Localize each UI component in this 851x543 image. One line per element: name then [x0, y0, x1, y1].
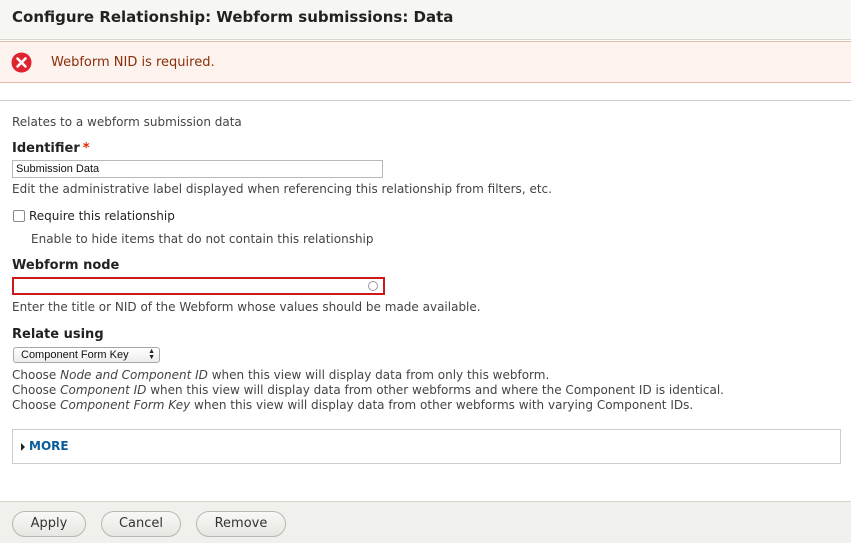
select-up-down-arrows-icon: ▲ ▼ — [148, 348, 155, 361]
help-line-component-id: Choose Component ID when this view will … — [12, 383, 724, 397]
require-relationship-checkbox[interactable] — [13, 210, 25, 222]
dialog-button-bar: Apply Cancel Remove — [0, 501, 851, 543]
required-marker: * — [82, 141, 90, 156]
autocomplete-throbber-icon — [368, 281, 378, 291]
webform-node-description: Enter the title or NID of the Webform wh… — [12, 300, 481, 314]
identifier-description: Edit the administrative label displayed … — [12, 182, 552, 196]
help-line-component-form-key: Choose Component Form Key when this view… — [12, 398, 694, 412]
more-fieldset: MORE — [12, 429, 841, 464]
error-message-box: Webform NID is required. — [0, 41, 851, 83]
help-line-node-component: Choose Node and Component ID when this v… — [12, 368, 550, 382]
remove-button[interactable]: Remove — [196, 511, 286, 537]
relate-using-selected: Component Form Key — [21, 349, 129, 361]
require-relationship-description: Enable to hide items that do not contain… — [31, 232, 374, 246]
identifier-label: Identifier * — [12, 141, 90, 156]
relate-using-label: Relate using — [12, 327, 104, 342]
webform-node-input[interactable] — [12, 277, 385, 295]
divider — [0, 100, 851, 101]
error-x-icon — [11, 52, 32, 73]
identifier-input[interactable] — [12, 160, 383, 178]
error-text: Webform NID is required. — [51, 55, 215, 70]
apply-button[interactable]: Apply — [12, 511, 86, 537]
relationship-intro: Relates to a webform submission data — [12, 115, 242, 129]
relate-using-help: Choose Node and Component ID when this v… — [12, 368, 724, 413]
triangle-right-icon[interactable] — [21, 443, 25, 451]
identifier-label-text: Identifier — [12, 141, 80, 156]
require-relationship-label[interactable]: Require this relationship — [29, 209, 175, 223]
relate-using-select[interactable]: Component Form Key ▲ ▼ — [13, 347, 160, 363]
more-link[interactable]: MORE — [29, 439, 69, 453]
cancel-button[interactable]: Cancel — [101, 511, 181, 537]
webform-node-label: Webform node — [12, 258, 120, 273]
dialog-titlebar: Configure Relationship: Webform submissi… — [0, 0, 851, 40]
dialog-title: Configure Relationship: Webform submissi… — [12, 8, 454, 26]
